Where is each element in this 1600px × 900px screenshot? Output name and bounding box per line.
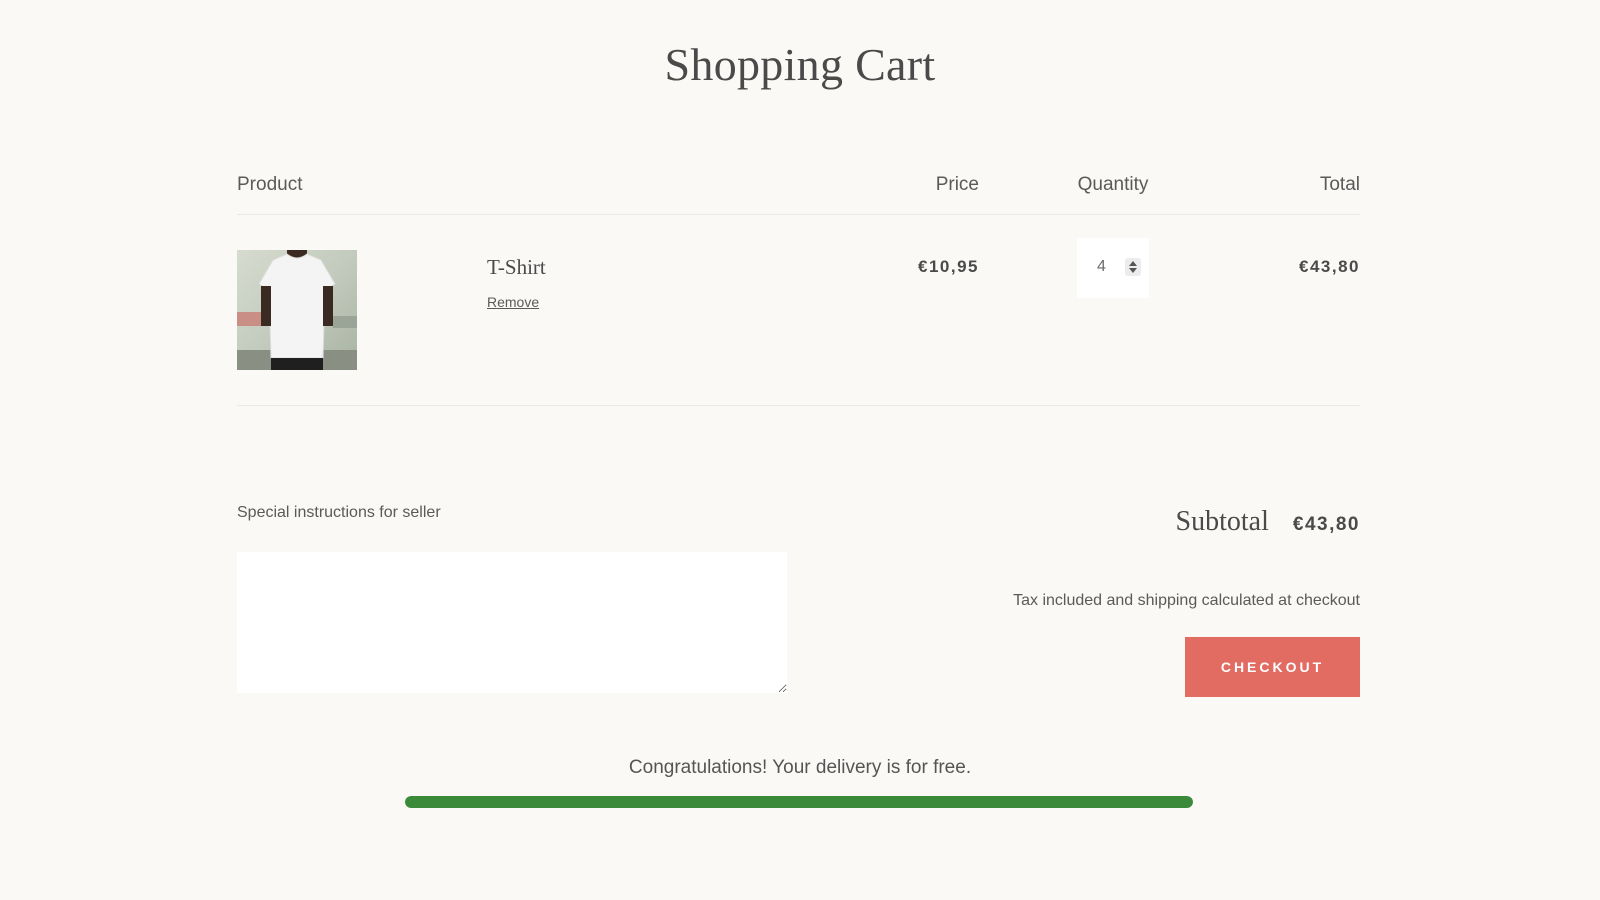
free-delivery-message: Congratulations! Your delivery is for fr… [628,757,972,778]
chevron-down-icon[interactable] [1129,268,1137,273]
quantity-input[interactable]: 4 [1097,258,1106,276]
tshirt-icon [237,250,357,370]
header-product: Product [237,174,303,195]
subtotal-value: €43,80 [1292,514,1360,535]
item-price: €10,95 [918,257,979,276]
instructions-label: Special instructions for seller [237,504,441,521]
header-total: Total [1319,174,1360,195]
cart-table: Product Price Quantity Total T-Shirt Rem… [237,168,1360,406]
cart-item-row: T-Shirt Remove €10,95 4 €43,80 [237,215,1360,406]
subtotal-label: Subtotal [1175,506,1269,537]
chevron-up-icon[interactable] [1129,261,1137,266]
tax-note: Tax included and shipping calculated at … [1013,592,1360,609]
tshirt-product-image[interactable] [237,250,357,370]
subtotal: Subtotal €43,80 [1176,506,1360,538]
cart-header: Product Price Quantity Total [237,168,1360,215]
item-total: €43,80 [1299,257,1360,276]
header-quantity: Quantity [1077,174,1149,195]
delivery-progress-fill [405,796,1193,808]
delivery-progress-bar [405,796,1193,808]
checkout-button[interactable]: CHECKOUT [1185,637,1360,697]
stepper-arrows-icon[interactable] [1125,258,1141,276]
product-name[interactable]: T-Shirt [487,255,546,280]
instructions-textarea[interactable] [237,552,787,693]
header-price: Price [935,174,979,195]
page-title: Shopping Cart [664,39,936,90]
quantity-stepper[interactable]: 4 [1077,238,1149,298]
remove-item-link[interactable]: Remove [487,294,539,310]
cart-page: Shopping Cart Product Price Quantity Tot… [0,0,1600,900]
